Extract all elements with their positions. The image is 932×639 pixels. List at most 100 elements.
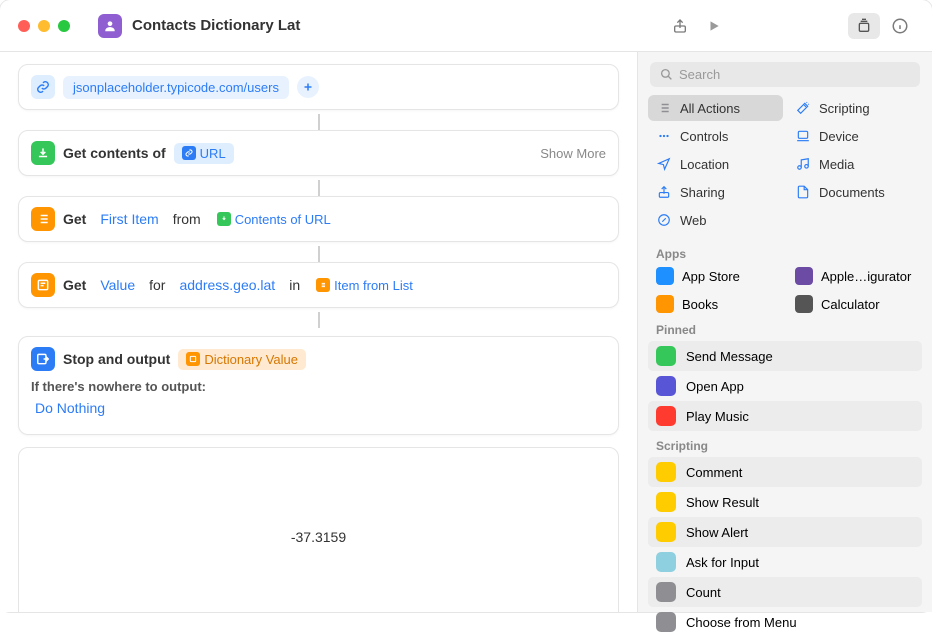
wand-icon	[795, 100, 811, 116]
get-item-action[interactable]: Get First Item from Contents of URL	[18, 196, 619, 242]
action-count[interactable]: Count	[648, 577, 922, 607]
action-icon	[656, 346, 676, 366]
nav-icon	[656, 156, 672, 172]
run-button[interactable]	[700, 14, 728, 38]
apps-grid: App StoreApple…iguratorBooksCalculator	[638, 263, 932, 317]
minimize-window-button[interactable]	[38, 20, 50, 32]
doc-icon	[795, 184, 811, 200]
app-icon	[656, 267, 674, 285]
contents-variable[interactable]: Contents of URL	[209, 209, 339, 230]
list-icon	[656, 100, 672, 116]
app-icon	[656, 295, 674, 313]
action-send-message[interactable]: Send Message	[648, 341, 922, 371]
connector	[318, 114, 320, 130]
list-icon	[316, 278, 330, 292]
url-variable[interactable]: URL	[174, 143, 234, 164]
list-icon	[31, 207, 55, 231]
action-icon	[656, 522, 676, 542]
category-scripting[interactable]: Scripting	[787, 95, 922, 121]
close-window-button[interactable]	[18, 20, 30, 32]
dictionary-icon	[31, 273, 55, 297]
share-icon	[656, 184, 672, 200]
share-button[interactable]	[666, 14, 694, 38]
search-input[interactable]	[679, 67, 910, 82]
music-icon	[795, 156, 811, 172]
app-books[interactable]: Books	[648, 291, 783, 317]
action-play-music[interactable]: Play Music	[648, 401, 922, 431]
category-media[interactable]: Media	[787, 151, 922, 177]
action-show-alert[interactable]: Show Alert	[648, 517, 922, 547]
app-icon	[795, 267, 813, 285]
search-box[interactable]	[650, 62, 920, 87]
category-web[interactable]: Web	[648, 207, 783, 233]
window-title: Contacts Dictionary Lat	[132, 17, 300, 34]
link-icon	[31, 75, 55, 99]
info-button[interactable]	[886, 14, 914, 38]
item-token[interactable]: First Item	[94, 209, 164, 229]
action-label: Get contents of	[63, 145, 166, 161]
output-icon	[31, 347, 55, 371]
category-controls[interactable]: Controls	[648, 123, 783, 149]
pinned-section-label: Pinned	[638, 317, 932, 339]
action-icon	[656, 492, 676, 512]
app-app-store[interactable]: App Store	[648, 263, 783, 289]
get-contents-action[interactable]: Get contents of URL Show More	[18, 130, 619, 176]
value-token[interactable]: Value	[94, 275, 141, 295]
connector	[318, 246, 320, 262]
action-icon	[656, 612, 676, 632]
key-path[interactable]: address.geo.lat	[173, 275, 281, 295]
app-calculator[interactable]: Calculator	[787, 291, 922, 317]
action-comment[interactable]: Comment	[648, 457, 922, 487]
scripting-list: CommentShow ResultShow AlertAsk for Inpu…	[638, 455, 932, 639]
action-label: Get	[63, 211, 86, 227]
show-more-button[interactable]: Show More	[540, 146, 606, 161]
shortcut-icon	[98, 14, 122, 38]
connector	[318, 312, 320, 328]
action-show-result[interactable]: Show Result	[648, 487, 922, 517]
workflow-canvas[interactable]: jsonplaceholder.typicode.com/users Get c…	[0, 52, 637, 612]
url-action[interactable]: jsonplaceholder.typicode.com/users	[18, 64, 619, 110]
search-icon	[660, 68, 673, 81]
action-open-app[interactable]: Open App	[648, 371, 922, 401]
result-output: -37.3159	[18, 447, 619, 612]
actions-sidebar: All ActionsScriptingControlsDeviceLocati…	[637, 52, 932, 612]
dots-icon	[656, 128, 672, 144]
pinned-list: Send MessageOpen AppPlay Music	[638, 339, 932, 433]
download-icon	[217, 212, 231, 226]
app-apple-igurator[interactable]: Apple…igurator	[787, 263, 922, 289]
link-icon	[182, 146, 196, 160]
download-icon	[31, 141, 55, 165]
category-device[interactable]: Device	[787, 123, 922, 149]
category-location[interactable]: Location	[648, 151, 783, 177]
add-url-button[interactable]	[297, 76, 319, 98]
category-documents[interactable]: Documents	[787, 179, 922, 205]
connector	[318, 180, 320, 196]
apps-section-label: Apps	[638, 241, 932, 263]
do-nothing-option[interactable]: Do Nothing	[31, 394, 606, 422]
action-label: Get	[63, 277, 86, 293]
device-icon	[795, 128, 811, 144]
titlebar: Contacts Dictionary Lat	[0, 0, 932, 52]
dictionary-icon	[186, 352, 200, 366]
item-variable[interactable]: Item from List	[308, 275, 421, 296]
action-icon	[656, 582, 676, 602]
action-icon	[656, 376, 676, 396]
category-sharing[interactable]: Sharing	[648, 179, 783, 205]
stop-output-action[interactable]: Stop and output Dictionary Value If ther…	[18, 336, 619, 435]
app-icon	[795, 295, 813, 313]
category-grid: All ActionsScriptingControlsDeviceLocati…	[638, 95, 932, 241]
action-icon	[656, 552, 676, 572]
category-all-actions[interactable]: All Actions	[648, 95, 783, 121]
action-icon	[656, 406, 676, 426]
fullscreen-window-button[interactable]	[58, 20, 70, 32]
result-value: -37.3159	[291, 529, 346, 545]
dictionary-value-variable[interactable]: Dictionary Value	[178, 349, 306, 370]
window-controls	[18, 20, 70, 32]
action-ask-for-input[interactable]: Ask for Input	[648, 547, 922, 577]
safari-icon	[656, 212, 672, 228]
get-dictionary-value-action[interactable]: Get Value for address.geo.lat in Item fr…	[18, 262, 619, 308]
library-toggle-button[interactable]	[848, 13, 880, 39]
url-value[interactable]: jsonplaceholder.typicode.com/users	[63, 76, 289, 99]
action-label: Stop and output	[63, 351, 170, 367]
action-icon	[656, 462, 676, 482]
